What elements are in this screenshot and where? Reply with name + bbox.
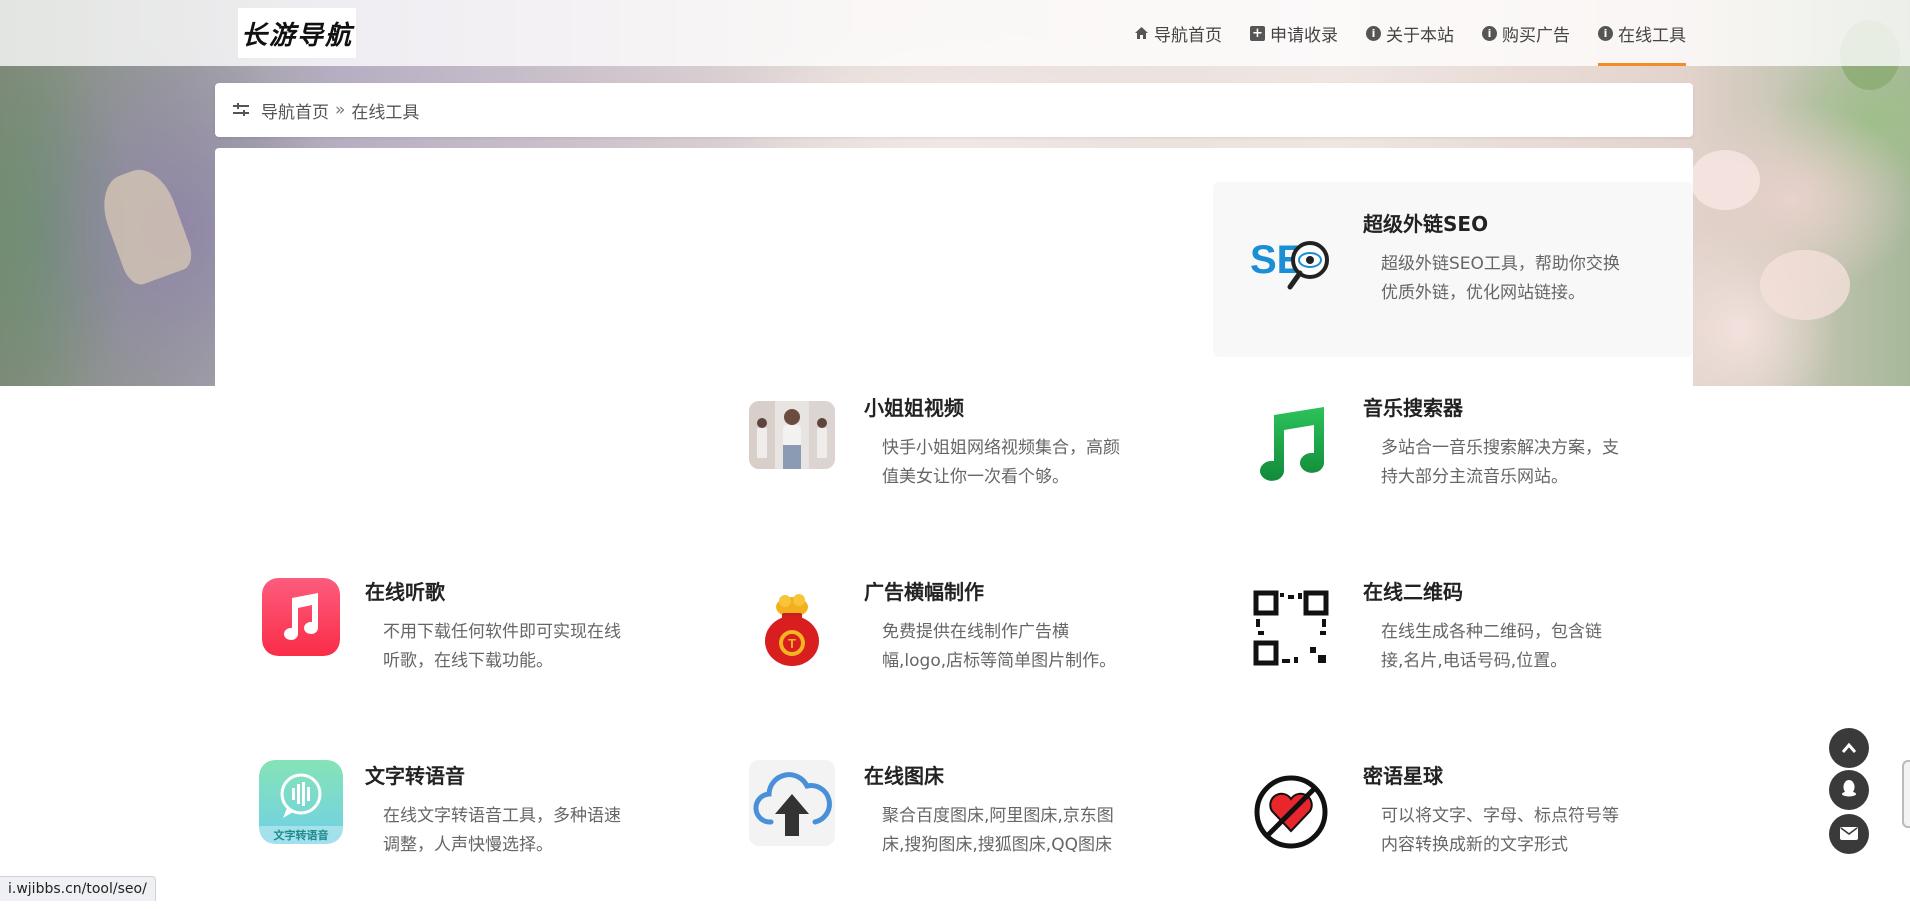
apple-music-icon xyxy=(262,578,340,656)
tool-title: 超级外链SEO xyxy=(1363,212,1489,236)
heart-forbidden-icon xyxy=(1248,769,1334,855)
tool-card-qrcode[interactable]: 在线二维码 在线生成各种二维码，包含链接,名片,电话号码,位置。 xyxy=(1213,550,1693,725)
signpost-icon xyxy=(233,102,249,118)
tool-title: 音乐搜索器 xyxy=(1363,396,1463,420)
nav-label: 申请收录 xyxy=(1270,25,1338,46)
tool-title: 密语星球 xyxy=(1363,764,1443,788)
side-drawer-handle[interactable] xyxy=(1902,760,1910,828)
tool-card-banner[interactable]: T 广告横幅制作 免费提供在线制作广告横幅,logo,店标等简单图片制作。 xyxy=(714,550,1194,725)
breadcrumb-separator: » xyxy=(335,100,346,120)
mail-icon xyxy=(1840,825,1858,844)
nav-item-home[interactable]: 导航首页 xyxy=(1120,0,1236,66)
tool-card-secret-planet[interactable]: 密语星球 可以将文字、字母、标点符号等内容转换成新的文字形式 xyxy=(1213,734,1693,909)
nav-item-about[interactable]: i 关于本站 xyxy=(1352,0,1468,66)
text-to-speech-icon: 文字转语音 xyxy=(259,760,343,844)
tool-card-video[interactable]: 小姐姐视频 快手小姐姐网络视频集合，高颜值美女让你一次看个够。 xyxy=(714,366,1194,541)
breadcrumb: 导航首页 » 在线工具 xyxy=(215,83,1693,137)
music-note-icon xyxy=(1248,401,1334,487)
seo-magnifier-icon: SE xyxy=(1248,217,1334,303)
status-bar-url: i.wjibbs.cn/tool/seo/ xyxy=(0,876,156,901)
main-nav: 导航首页 + 申请收录 i 关于本站 i 购买广告 i 在线工具 xyxy=(1120,0,1700,66)
tool-title: 小姐姐视频 xyxy=(864,396,964,420)
nav-item-ads[interactable]: i 购买广告 xyxy=(1468,0,1584,66)
tool-card-music-search[interactable]: 音乐搜索器 多站合一音乐搜索解决方案，支持大部分主流音乐网站。 xyxy=(1213,366,1693,541)
qq-contact-button[interactable] xyxy=(1829,770,1869,810)
tools-panel: SE 超级外链SEO 超级外链SEO工具，帮助你交换优质外链，优化网站链接。 小… xyxy=(215,148,1693,900)
nav-label: 在线工具 xyxy=(1618,25,1686,46)
lucky-bag-icon: T xyxy=(749,585,835,671)
tool-title: 在线二维码 xyxy=(1363,580,1463,604)
video-thumbnail-icon xyxy=(749,401,835,469)
tool-card-tts[interactable]: 文字转语音 文字转语音 在线文字转语音工具，多种语速调整，人声快慢选择。 xyxy=(215,734,695,909)
tool-title: 在线听歌 xyxy=(365,580,445,604)
tool-title: 广告横幅制作 xyxy=(864,580,984,604)
tool-card-image-host[interactable]: 在线图床 聚合百度图床,阿里图床,京东图床,搜狗图床,搜狐图床,QQ图床 xyxy=(714,734,1194,909)
nav-label: 购买广告 xyxy=(1502,25,1570,46)
breadcrumb-home-link[interactable]: 导航首页 xyxy=(261,98,329,123)
tool-description: 在线生成各种二维码，包含链接,名片,电话号码,位置。 xyxy=(1381,622,1602,671)
tool-description: 免费提供在线制作广告横幅,logo,店标等简单图片制作。 xyxy=(882,622,1117,671)
tool-description: 快手小姐姐网络视频集合，高颜值美女让你一次看个够。 xyxy=(882,438,1120,487)
tool-title: 在线图床 xyxy=(864,764,944,788)
nav-item-submit[interactable]: + 申请收录 xyxy=(1236,0,1352,66)
site-logo[interactable]: 长游导航 xyxy=(238,8,356,58)
breadcrumb-current: 在线工具 xyxy=(351,102,420,123)
tool-description: 在线文字转语音工具，多种语速调整，人声快慢选择。 xyxy=(383,806,621,855)
tts-badge-text: 文字转语音 xyxy=(273,829,329,842)
tool-description: 聚合百度图床,阿里图床,京东图床,搜狗图床,搜狐图床,QQ图床 xyxy=(882,806,1114,855)
tool-card-listen[interactable]: 在线听歌 不用下载任何软件即可实现在线听歌，在线下载功能。 xyxy=(215,550,695,725)
plus-square-icon: + xyxy=(1250,25,1265,41)
tool-description: 不用下载任何软件即可实现在线听歌，在线下载功能。 xyxy=(383,622,621,671)
nav-label: 导航首页 xyxy=(1154,25,1222,46)
info-icon: i xyxy=(1598,25,1613,41)
nav-label: 关于本站 xyxy=(1386,25,1454,46)
tool-title: 文字转语音 xyxy=(365,764,465,788)
svg-text:T: T xyxy=(788,636,796,651)
nav-item-tools[interactable]: i 在线工具 xyxy=(1584,0,1700,66)
info-icon: i xyxy=(1482,25,1497,41)
qq-icon xyxy=(1841,779,1857,801)
tool-description: 超级外链SEO工具，帮助你交换优质外链，优化网站链接。 xyxy=(1381,254,1620,303)
tool-card-seo[interactable]: SE 超级外链SEO 超级外链SEO工具，帮助你交换优质外链，优化网站链接。 xyxy=(1213,182,1693,357)
tool-description: 多站合一音乐搜索解决方案，支持大部分主流音乐网站。 xyxy=(1381,438,1619,487)
info-icon: i xyxy=(1366,25,1381,41)
site-header: 长游导航 导航首页 + 申请收录 i 关于本站 i 购买广告 i 在线工具 xyxy=(0,0,1910,66)
email-contact-button[interactable] xyxy=(1829,814,1869,854)
back-to-top-button[interactable] xyxy=(1829,728,1869,768)
home-icon xyxy=(1134,26,1149,41)
tool-description: 可以将文字、字母、标点符号等内容转换成新的文字形式 xyxy=(1381,806,1619,855)
qr-code-icon xyxy=(1248,585,1334,671)
cloud-upload-icon xyxy=(749,760,835,846)
chevron-up-icon xyxy=(1841,739,1857,758)
